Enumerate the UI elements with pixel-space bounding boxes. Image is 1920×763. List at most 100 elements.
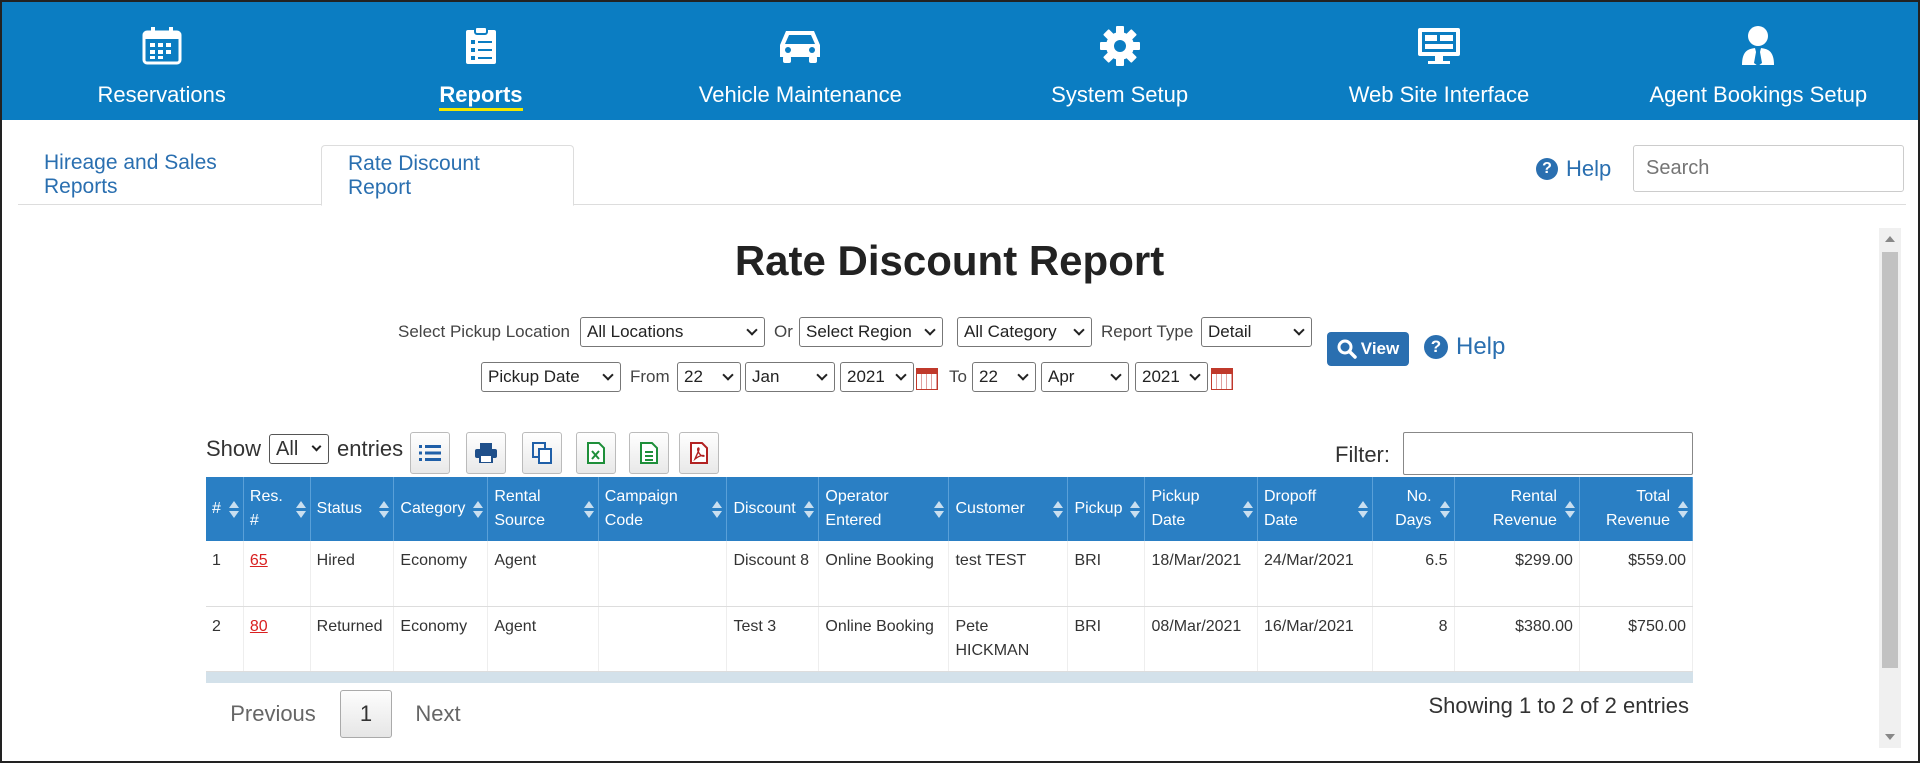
from-label: From xyxy=(630,367,670,386)
scroll-down-arrow-icon[interactable] xyxy=(1885,734,1895,740)
show-label: Show xyxy=(206,436,262,461)
table-header-row: # Res. # Status Category Rental Source C… xyxy=(206,477,1694,541)
col-header-discount[interactable]: Discount xyxy=(726,477,820,541)
from-day-select[interactable]: 22 xyxy=(677,362,741,392)
col-header-pickup-date[interactable]: Pickup Date xyxy=(1144,477,1258,541)
region-select[interactable]: Select Region xyxy=(799,317,943,347)
to-year-select[interactable]: 2021 xyxy=(1135,362,1208,392)
column-visibility-button[interactable] xyxy=(410,432,450,474)
from-month-select[interactable]: Jan xyxy=(745,362,835,392)
pickup-location-select[interactable]: All Locations xyxy=(580,317,765,347)
col-header-category[interactable]: Category xyxy=(393,477,489,541)
col-header-status[interactable]: Status xyxy=(310,477,395,541)
pickup-location-value: All Locations xyxy=(587,322,684,341)
col-header-label: Pickup xyxy=(1074,500,1123,517)
entries-value: All xyxy=(276,438,299,460)
chevron-down-icon xyxy=(1189,369,1201,381)
chevron-down-icon xyxy=(746,324,758,336)
chevron-down-icon xyxy=(1073,324,1085,336)
col-header-label: Rental Revenue xyxy=(1492,488,1557,529)
pdf-export-button[interactable] xyxy=(679,432,719,474)
from-calendar-icon[interactable] xyxy=(916,368,938,390)
nav-reports[interactable]: Reports xyxy=(321,2,640,120)
cell-rental-source: Agent xyxy=(487,541,599,607)
view-label: View xyxy=(1360,339,1400,358)
help-link-report[interactable]: ? Help xyxy=(1424,333,1505,361)
previous-page-button[interactable]: Previous xyxy=(206,701,340,727)
date-type-select[interactable]: Pickup Date xyxy=(481,362,621,392)
list-icon xyxy=(419,445,441,461)
reservation-link[interactable]: 80 xyxy=(250,618,268,635)
reservation-link[interactable]: 65 xyxy=(250,552,268,569)
search-input[interactable] xyxy=(1633,145,1904,192)
copy-icon xyxy=(532,442,552,464)
col-header-number[interactable]: # xyxy=(206,477,244,541)
from-year-select[interactable]: 2021 xyxy=(840,362,914,392)
question-icon: ? xyxy=(1424,335,1448,359)
col-header-customer[interactable]: Customer xyxy=(948,477,1069,541)
entries-select[interactable]: All xyxy=(269,434,330,464)
nav-agent-bookings-setup[interactable]: Agent Bookings Setup xyxy=(1599,2,1918,120)
nav-web-site-interface[interactable]: Web Site Interface xyxy=(1279,2,1598,120)
filter-input[interactable] xyxy=(1403,432,1693,475)
col-header-operator-entered[interactable]: Operator Entered xyxy=(818,477,950,541)
tab-hireage-and-sales-reports[interactable]: Hireage and Sales Reports xyxy=(18,145,318,205)
excel-file-icon xyxy=(587,442,605,464)
col-header-campaign-code[interactable]: Campaign Code xyxy=(598,477,728,541)
help-link-top[interactable]: ? Help xyxy=(1536,156,1611,182)
csv-export-button[interactable] xyxy=(629,432,669,474)
cell-rental-source: Agent xyxy=(487,606,599,672)
vertical-scrollbar[interactable] xyxy=(1879,228,1901,748)
scroll-thumb[interactable] xyxy=(1882,252,1898,668)
col-header-rental-revenue[interactable]: Rental Revenue xyxy=(1454,477,1580,541)
cell-dropoff-date: 24/Mar/2021 xyxy=(1257,541,1374,607)
sort-icon xyxy=(1439,501,1450,519)
col-header-no-days[interactable]: No. Days xyxy=(1372,477,1455,541)
report-type-select[interactable]: Detail xyxy=(1201,317,1312,347)
cell-pickup-date: 18/Mar/2021 xyxy=(1144,541,1258,607)
report-table: # Res. # Status Category Rental Source C… xyxy=(206,477,1694,672)
help-label: Help xyxy=(1566,156,1612,181)
page-1-button[interactable]: 1 xyxy=(340,690,392,738)
tab-rate-discount-report[interactable]: Rate Discount Report xyxy=(321,145,574,206)
print-button[interactable] xyxy=(466,432,506,474)
search-icon xyxy=(1337,339,1357,359)
col-header-label: Total Revenue xyxy=(1605,488,1670,529)
to-calendar-icon[interactable] xyxy=(1211,368,1233,390)
to-label: To xyxy=(949,367,967,386)
sort-icon xyxy=(583,501,594,519)
next-page-button[interactable]: Next xyxy=(392,701,484,727)
col-header-pickup[interactable]: Pickup xyxy=(1067,477,1146,541)
sort-icon xyxy=(804,501,815,519)
col-header-label: Discount xyxy=(733,500,796,517)
nav-vehicle-maintenance[interactable]: Vehicle Maintenance xyxy=(641,2,960,120)
excel-export-button[interactable] xyxy=(576,432,616,474)
category-select[interactable]: All Category xyxy=(957,317,1092,347)
col-header-rental-source[interactable]: Rental Source xyxy=(487,477,599,541)
cell-campaign-code xyxy=(598,541,728,607)
col-header-label: # xyxy=(212,500,221,517)
page-title: Rate Discount Report xyxy=(734,237,1165,284)
top-nav: Reservations Reports Vehicle Maintenance… xyxy=(2,2,1918,120)
copy-button[interactable] xyxy=(522,432,562,474)
nav-label: Reservations xyxy=(97,82,226,107)
to-day-select[interactable]: 22 xyxy=(972,362,1036,392)
view-button[interactable]: View xyxy=(1327,332,1409,366)
report-type-label: Report Type xyxy=(1101,322,1194,341)
sort-icon xyxy=(1358,501,1369,519)
col-header-res[interactable]: Res. # xyxy=(243,477,311,541)
cell-res: 80 xyxy=(243,606,311,672)
nav-reservations[interactable]: Reservations xyxy=(2,2,321,120)
cell-no-days: 8 xyxy=(1372,606,1455,672)
sort-icon xyxy=(1678,501,1688,519)
to-month-value: Apr xyxy=(1048,367,1075,386)
col-header-total-revenue[interactable]: Total Revenue xyxy=(1579,477,1694,541)
col-header-label: Status xyxy=(316,500,363,517)
col-header-label: Category xyxy=(400,500,466,517)
col-header-dropoff-date[interactable]: Dropoff Date xyxy=(1257,477,1374,541)
nav-system-setup[interactable]: System Setup xyxy=(960,2,1279,120)
to-month-select[interactable]: Apr xyxy=(1041,362,1129,392)
cell-discount: Test 3 xyxy=(726,606,820,672)
cell-operator-entered: Online Booking xyxy=(818,606,950,672)
calendar-icon xyxy=(138,24,186,68)
